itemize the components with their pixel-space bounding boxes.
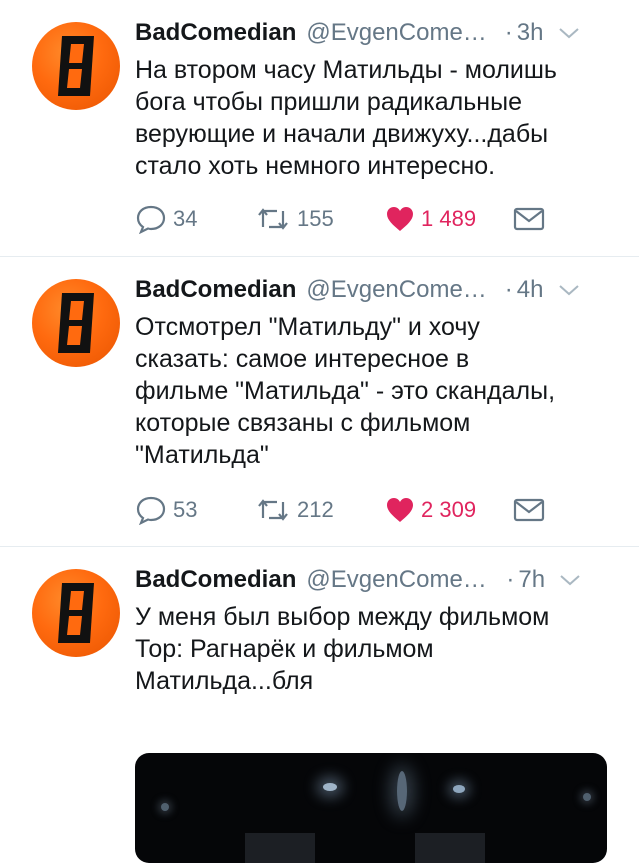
separator: · <box>506 566 515 593</box>
tweet-text: На втором часу Матильды - молишь бога чт… <box>135 56 557 180</box>
author-name[interactable]: BadComedian <box>135 276 296 304</box>
avatar[interactable] <box>32 569 120 657</box>
avatar[interactable] <box>32 279 120 367</box>
direct-message-button[interactable] <box>513 497 545 523</box>
timeline: BadComedian @EvgenCome… · 3h На втором ч… <box>0 0 639 863</box>
retweet-button[interactable]: 155 <box>255 205 385 233</box>
speech-bubble-icon <box>136 205 166 234</box>
tweet-text: Отсмотрел "Матильду" и хочу сказать: сам… <box>135 313 556 469</box>
author-name[interactable]: BadComedian <box>135 566 296 594</box>
tweet-actions: 34 155 1 489 <box>135 204 545 234</box>
like-button[interactable]: 2 309 <box>385 496 513 524</box>
tweet[interactable]: BadComedian @EvgenComed… · 7h У меня был… <box>0 547 639 863</box>
author-handle[interactable]: @EvgenComed… <box>306 566 496 594</box>
separator: · <box>504 276 513 303</box>
retweet-icon <box>258 208 288 230</box>
timestamp[interactable]: 7h <box>518 566 545 594</box>
reply-button[interactable]: 34 <box>135 204 255 234</box>
tweet-media-image[interactable] <box>135 753 607 863</box>
reply-count: 53 <box>173 497 198 522</box>
chevron-down-icon[interactable] <box>558 283 580 297</box>
heart-icon <box>387 207 413 231</box>
tweet-text: У меня был выбор между фильмом Тор: Рагн… <box>135 603 550 695</box>
retweet-icon <box>258 499 288 521</box>
author-handle[interactable]: @EvgenCome… <box>306 19 486 47</box>
retweet-count: 155 <box>297 206 334 231</box>
chevron-down-icon[interactable] <box>559 573 581 587</box>
tweet-actions: 53 212 2 309 <box>135 495 545 525</box>
direct-message-button[interactable] <box>513 206 545 232</box>
tweet-header: BadComedian @EvgenComed… · 7h <box>135 563 619 597</box>
tweet[interactable]: BadComedian @EvgenCome… · 4h Отсмотрел "… <box>0 257 639 547</box>
stage-light <box>397 771 407 811</box>
poster-panel <box>245 833 315 863</box>
envelope-icon <box>513 207 545 231</box>
heart-icon <box>387 498 413 522</box>
chevron-down-icon[interactable] <box>558 26 580 40</box>
retweet-count: 212 <box>297 497 334 522</box>
like-count: 1 489 <box>421 206 477 231</box>
tweet-header: BadComedian @EvgenCome… · 4h <box>135 273 619 307</box>
stage-light <box>453 785 465 793</box>
bad-logo-icon <box>58 293 94 353</box>
author-handle[interactable]: @EvgenCome… <box>306 276 486 304</box>
poster-panel <box>415 833 485 863</box>
tweet[interactable]: BadComedian @EvgenCome… · 3h На втором ч… <box>0 0 639 257</box>
stage-light <box>583 793 591 801</box>
bad-logo-icon <box>58 36 94 96</box>
author-name[interactable]: BadComedian <box>135 19 296 47</box>
stage-light <box>323 783 337 791</box>
timestamp[interactable]: 3h <box>517 19 544 47</box>
speech-bubble-icon <box>136 496 166 525</box>
reply-button[interactable]: 53 <box>135 495 255 525</box>
retweet-button[interactable]: 212 <box>255 496 385 524</box>
reply-count: 34 <box>173 206 198 231</box>
tweet-header: BadComedian @EvgenCome… · 3h <box>135 16 619 50</box>
like-count: 2 309 <box>421 497 477 522</box>
envelope-icon <box>513 498 545 522</box>
timestamp[interactable]: 4h <box>517 276 544 304</box>
like-button[interactable]: 1 489 <box>385 205 513 233</box>
avatar[interactable] <box>32 22 120 110</box>
separator: · <box>504 19 513 46</box>
stage-light <box>161 803 169 811</box>
bad-logo-icon <box>58 583 94 643</box>
